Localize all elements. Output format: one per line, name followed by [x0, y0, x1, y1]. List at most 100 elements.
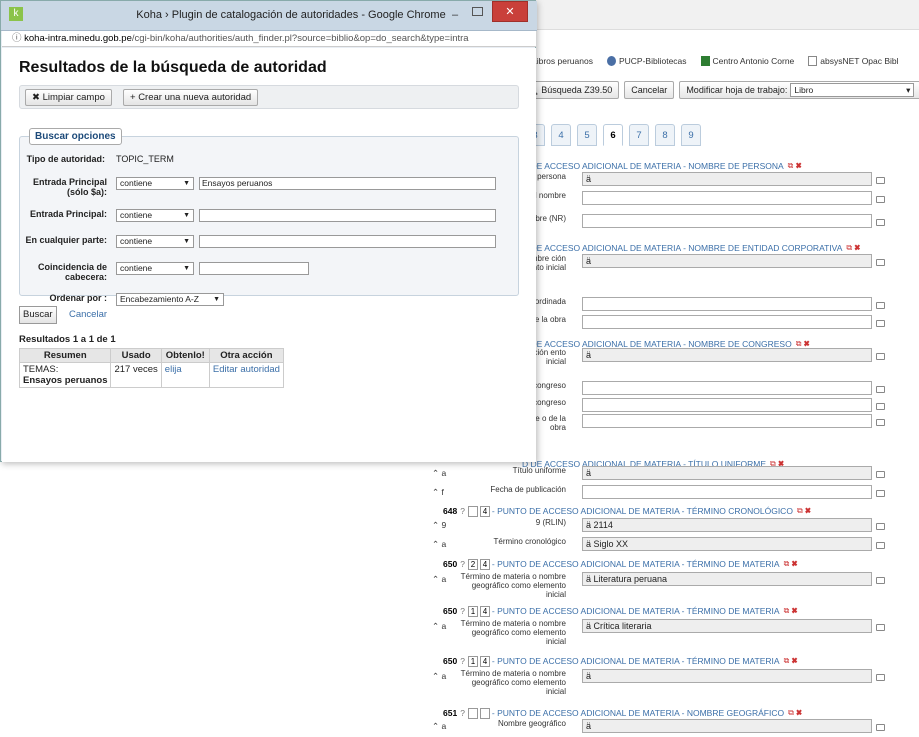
order-select[interactable]: Encabezamiento A-Z ▼: [116, 293, 224, 306]
repeat-delete-icon[interactable]: ⧉ ✖: [784, 559, 798, 569]
subfield-code: ⌃ a: [432, 671, 447, 681]
edit-icon[interactable]: [876, 724, 885, 731]
summary-cell: TEMAS: Ensayos peruanos: [18, 362, 112, 388]
edit-icon[interactable]: [876, 219, 885, 226]
subfield-input[interactable]: ä 2114: [582, 518, 872, 532]
field-header: 650? 2 4- PUNTO DE ACCESO ADICIONAL DE MAT…: [420, 558, 919, 570]
search-button[interactable]: Buscar: [19, 306, 57, 324]
subfield-label: Término de materia o nombre geográfico c…: [460, 669, 566, 696]
field-title: D DE ACCESO ADICIONAL DE MATERIA - NOMBR…: [522, 161, 784, 171]
edit-icon[interactable]: [876, 490, 885, 497]
subfield-input[interactable]: ä: [582, 719, 872, 733]
help-icon[interactable]: ?: [460, 506, 465, 516]
edit-icon[interactable]: [876, 196, 885, 203]
subfield-input[interactable]: ä: [582, 254, 872, 268]
subfield-input[interactable]: ä Crítica literaria: [582, 619, 872, 633]
indicator-2[interactable]: 4: [479, 558, 490, 570]
repeat-delete-icon[interactable]: ⧉ ✖: [788, 708, 802, 718]
operator-select[interactable]: contiene ▼: [116, 177, 194, 190]
edit-icon[interactable]: [876, 674, 885, 681]
search-input[interactable]: [199, 235, 496, 248]
indicator-1[interactable]: [467, 505, 478, 517]
field-title: - PUNTO DE ACCESO ADICIONAL DE MATERIA -…: [491, 708, 785, 718]
column-header: Obtenlo!: [160, 348, 210, 363]
operator-select[interactable]: contiene ▼: [116, 209, 194, 222]
cancel-link[interactable]: Cancelar: [69, 309, 107, 320]
minimize-icon[interactable]: –: [452, 9, 458, 21]
repeat-delete-icon[interactable]: ⧉ ✖: [846, 243, 860, 253]
edit-icon[interactable]: [876, 471, 885, 478]
address-bar[interactable]: ⓘ koha-intra.minedu.gob.pe/cgi-bin/koha/…: [2, 31, 536, 47]
subfield-input[interactable]: ä Siglo XX: [582, 537, 872, 551]
subfield-input[interactable]: [582, 398, 872, 412]
indicator-1[interactable]: 2: [467, 558, 478, 570]
field-header: 650? 1 4- PUNTO DE ACCESO ADICIONAL DE MAT…: [420, 605, 919, 617]
indicator-1[interactable]: 1: [467, 655, 478, 667]
edit-icon[interactable]: [876, 403, 885, 410]
subfield-input[interactable]: [582, 414, 872, 428]
operator-select[interactable]: contiene ▼: [116, 262, 194, 275]
auth-type-value: TOPIC_TERM: [116, 154, 174, 164]
subfield-input[interactable]: ä: [582, 348, 872, 362]
koha-app-icon: k: [9, 7, 23, 21]
search-input[interactable]: [199, 262, 309, 275]
edit-icon[interactable]: [876, 386, 885, 393]
indicator-2[interactable]: [479, 707, 490, 719]
field-tag: 648: [443, 506, 458, 516]
subfield-input[interactable]: ä: [582, 466, 872, 480]
indicator-1[interactable]: [467, 707, 478, 719]
edit-icon[interactable]: [876, 523, 885, 530]
subfield-input[interactable]: [582, 315, 872, 329]
operator-select[interactable]: contiene ▼: [116, 235, 194, 248]
repeat-delete-icon[interactable]: ⧉ ✖: [784, 606, 798, 616]
table-row: TEMAS: Ensayos peruanos 217 veces elija E…: [18, 362, 284, 388]
subfield-input[interactable]: [582, 191, 872, 205]
field-tag: 651: [443, 708, 458, 718]
subfield-input[interactable]: ä: [582, 669, 872, 683]
search-input[interactable]: [199, 209, 496, 222]
choose-link[interactable]: elija: [165, 364, 182, 375]
edit-icon[interactable]: [876, 302, 885, 309]
subfield-input[interactable]: [582, 214, 872, 228]
close-icon[interactable]: ✕: [492, 1, 528, 22]
edit-icon[interactable]: [876, 320, 885, 327]
search-row-label: En cualquier parte:: [25, 235, 107, 245]
edit-icon[interactable]: [876, 419, 885, 426]
repeat-delete-icon[interactable]: ⧉ ✖: [784, 656, 798, 666]
subfield-code: ⌃ a: [432, 574, 447, 584]
help-icon[interactable]: ?: [460, 708, 465, 718]
subfield-input[interactable]: [582, 485, 872, 499]
edit-icon[interactable]: [876, 259, 885, 266]
chevron-down-icon: ▼: [183, 265, 190, 272]
indicator-2[interactable]: 4: [479, 655, 490, 667]
repeat-delete-icon[interactable]: ⧉ ✖: [788, 161, 802, 171]
indicator-2[interactable]: 4: [479, 505, 490, 517]
edit-icon[interactable]: [876, 177, 885, 184]
field-title: - PUNTO DE ACCESO ADICIONAL DE MATERIA -…: [491, 656, 780, 666]
help-icon[interactable]: ?: [460, 559, 465, 569]
subfield-input[interactable]: [582, 381, 872, 395]
subfield-label: Término de materia o nombre geográfico c…: [460, 572, 566, 599]
field-title: D DE ACCESO ADICIONAL DE MATERIA - NOMBR…: [522, 243, 843, 253]
subfield-code: ⌃ a: [432, 468, 447, 478]
help-icon[interactable]: ?: [460, 606, 465, 616]
edit-authority-link[interactable]: Editar autoridad: [213, 364, 280, 375]
edit-icon[interactable]: [876, 577, 885, 584]
repeat-delete-icon[interactable]: ⧉ ✖: [797, 506, 811, 516]
subfield-input[interactable]: [582, 297, 872, 311]
edit-icon[interactable]: [876, 542, 885, 549]
authority-toolbar: ✖ Limpiar campo + Crear una nueva autori…: [19, 85, 519, 109]
help-icon[interactable]: ?: [460, 656, 465, 666]
maximize-icon[interactable]: [472, 7, 483, 16]
edit-icon[interactable]: [876, 624, 885, 631]
subfield-row: ⌃ a Término de materia o nombre geográfic…: [420, 619, 919, 650]
clear-field-button[interactable]: ✖ Limpiar campo: [25, 89, 112, 106]
search-input[interactable]: Ensayos peruanos: [199, 177, 496, 190]
new-authority-button[interactable]: + Crear una nueva autoridad: [123, 89, 259, 106]
edit-icon[interactable]: [876, 353, 885, 360]
subfield-input[interactable]: ä: [582, 172, 872, 186]
indicator-2[interactable]: 4: [479, 605, 490, 617]
indicator-1[interactable]: 1: [467, 605, 478, 617]
window-title: Koha › Plugin de catalogación de autorid…: [136, 9, 446, 21]
subfield-input[interactable]: ä Literatura peruana: [582, 572, 872, 586]
